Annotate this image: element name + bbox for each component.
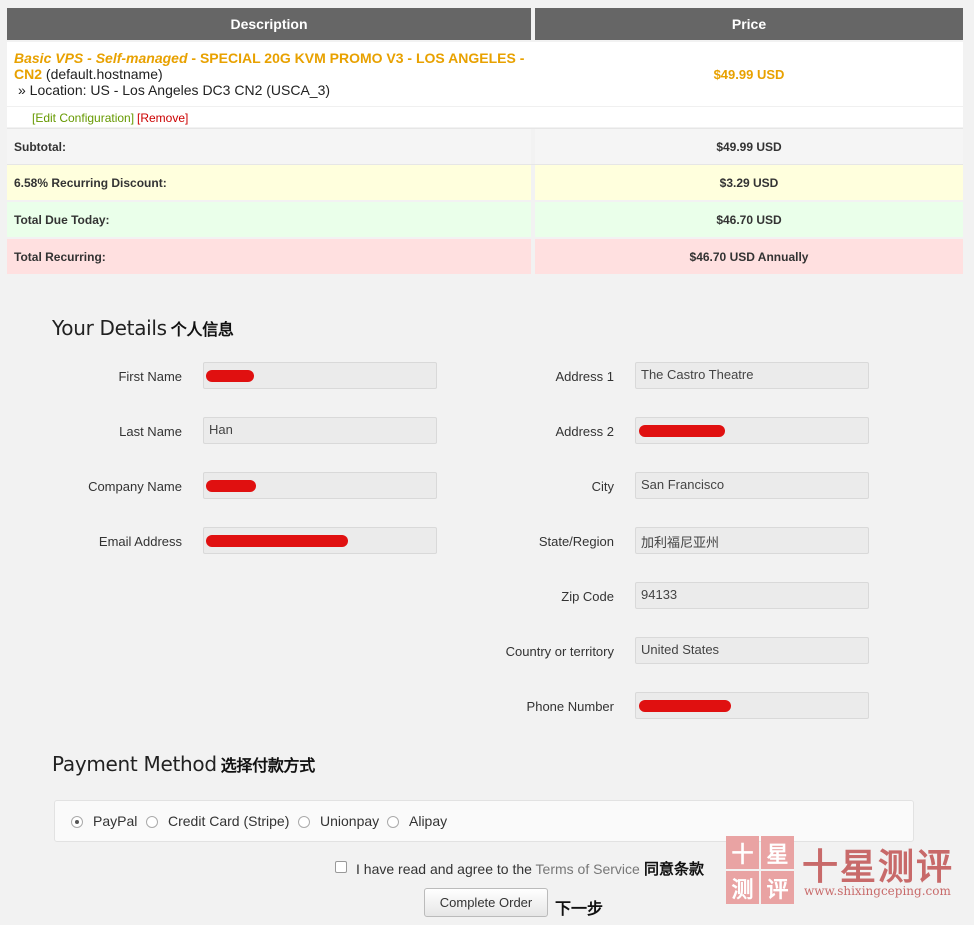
unionpay-radio[interactable] [298,816,310,828]
total-due-row: Total Due Today: $46.70 USD [7,202,963,237]
total-recurring-row: Total Recurring: $46.70 USD Annually [7,239,963,274]
state-label: State/Region [538,534,614,549]
payment-title: Payment Method [52,752,217,776]
terms-of-service-link[interactable]: Terms of Service [536,861,640,877]
total-recurring-label: Total Recurring: [14,249,106,264]
item-price: $49.99 USD [713,66,785,82]
redaction-mark [206,480,256,492]
complete-order-button[interactable]: Complete Order [424,888,548,917]
redaction-mark [639,425,725,437]
phone-field[interactable] [635,692,869,719]
email-label: Email Address [98,534,182,549]
subtotal-label: Subtotal: [14,139,66,154]
paypal-label[interactable]: PayPal [93,813,137,829]
address1-field[interactable]: The Castro Theatre [635,362,869,389]
subtotal-row: Subtotal: $49.99 USD [7,128,963,165]
header-price: Price [535,8,963,40]
redaction-mark [639,700,731,712]
discount-value: $3.29 USD [719,175,779,190]
seal-char: 十 [726,836,759,869]
subtotal-value: $49.99 USD [716,139,782,154]
company-name-label: Company Name [88,479,182,494]
seal-char: 测 [726,871,759,904]
company-name-field[interactable] [203,472,437,499]
stripe-label[interactable]: Credit Card (Stripe) [168,813,289,829]
product-group: Basic VPS - Self-managed [14,50,188,66]
discount-row: 6.58% Recurring Discount: $3.29 USD [7,165,963,200]
redaction-mark [206,535,348,547]
address1-label: Address 1 [555,369,614,384]
unionpay-label[interactable]: Unionpay [320,813,379,829]
product-location: » Location: US - Los Angeles DC3 CN2 (US… [18,82,331,98]
tos-statement: I have read and agree to the Terms of Se… [356,858,704,879]
accept-tos-checkbox[interactable] [335,861,347,873]
tos-prefix: I have read and agree to the [356,861,536,877]
details-title: Your Details [52,316,167,340]
details-title-cn: 个人信息 [170,320,234,339]
last-name-label: Last Name [119,424,182,439]
watermark-title: 十星测评 [802,846,955,888]
address2-label: Address 2 [555,424,614,439]
product-dash: - [187,50,200,66]
total-due-label: Total Due Today: [14,212,110,227]
details-heading: Your Details 个人信息 [52,316,234,340]
alipay-label[interactable]: Alipay [409,813,447,829]
address2-field[interactable] [635,417,869,444]
city-field[interactable]: San Francisco [635,472,869,499]
remove-item-link[interactable]: [Remove] [137,111,188,125]
alipay-radio[interactable] [387,816,399,828]
header-description: Description [7,8,531,40]
item-actions-row: [Edit Configuration] [Remove] [7,106,963,127]
first-name-label: First Name [118,369,182,384]
state-field[interactable]: 加利福尼亚州 [635,527,869,554]
email-field[interactable] [203,527,437,554]
watermark-seal: 十 星 测 评 [726,836,794,904]
edit-configuration-link[interactable]: [Edit Configuration] [32,111,134,125]
country-field[interactable]: United States [635,637,869,664]
payment-title-cn: 选择付款方式 [220,756,316,775]
paypal-radio[interactable] [71,816,83,828]
first-name-field[interactable] [203,362,437,389]
discount-label: 6.58% Recurring Discount: [14,175,167,190]
total-recurring-value: $46.70 USD Annually [689,249,809,264]
total-due-value: $46.70 USD [716,212,782,227]
city-label: City [591,479,614,494]
last-name-field[interactable]: Han [203,417,437,444]
payment-heading: Payment Method 选择付款方式 [52,752,315,776]
watermark-logo: 十 星 测 评 十星测评 www.shixingceping.com [726,836,970,906]
next-step-cn: 下一步 [555,901,604,918]
watermark-url: www.shixingceping.com [804,884,951,898]
country-label: Country or territory [505,644,614,659]
phone-label: Phone Number [526,699,614,714]
zip-label: Zip Code [561,589,614,604]
product-hostname: (default.hostname) [42,66,163,82]
item-description: Basic VPS - Self-managed - SPECIAL 20G K… [14,50,529,98]
zip-field[interactable]: 94133 [635,582,869,609]
seal-char: 星 [761,836,794,869]
seal-char: 评 [761,871,794,904]
tos-cn-note: 同意条款 [639,861,704,878]
cart-item-row: Basic VPS - Self-managed - SPECIAL 20G K… [7,42,963,106]
redaction-mark [206,370,254,382]
stripe-radio[interactable] [146,816,158,828]
